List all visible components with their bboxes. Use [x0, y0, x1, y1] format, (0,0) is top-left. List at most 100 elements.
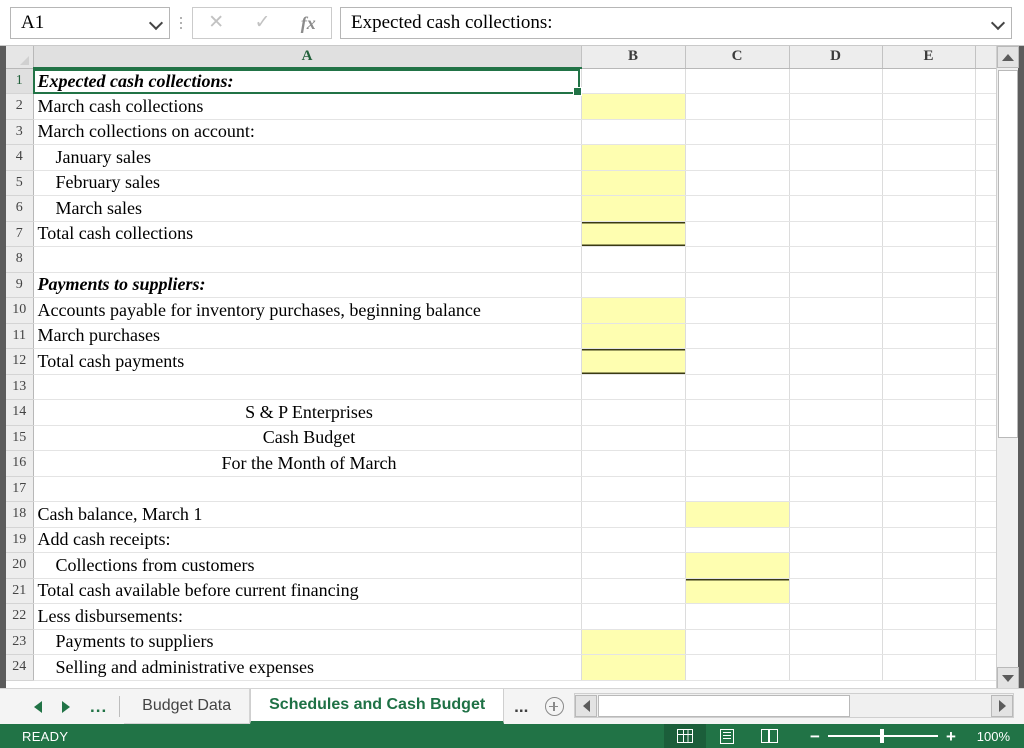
horizontal-scrollbar[interactable] [574, 693, 1014, 718]
cell-A3[interactable]: March collections on account: [33, 119, 582, 145]
cell-A5[interactable]: February sales [33, 170, 582, 196]
cell-E11[interactable] [882, 323, 976, 349]
cell-D6[interactable] [789, 195, 883, 222]
row-header-19[interactable]: 19 [6, 527, 34, 553]
row-header-1[interactable]: 1 [6, 68, 34, 94]
cell-A19[interactable]: Add cash receipts: [33, 527, 582, 553]
cell-C24[interactable] [685, 654, 790, 681]
check-icon[interactable]: ✓ [254, 13, 270, 32]
cell-B19[interactable] [581, 527, 686, 553]
cell-D24[interactable] [789, 654, 883, 681]
cell-B5[interactable] [581, 170, 686, 196]
cell-C8[interactable] [685, 246, 790, 273]
cell-B14[interactable] [581, 399, 686, 426]
cell-A17[interactable] [33, 476, 582, 502]
row-header-11[interactable]: 11 [6, 323, 34, 349]
cell-C22[interactable] [685, 603, 790, 630]
formula-input[interactable]: Expected cash collections: [340, 6, 1012, 39]
cell-A24[interactable]: Selling and administrative expenses [33, 654, 582, 681]
cell-E16[interactable] [882, 450, 976, 477]
cell-B11[interactable] [581, 323, 686, 349]
cell-C14[interactable] [685, 399, 790, 426]
cell-A4[interactable]: January sales [33, 144, 582, 171]
row-header-8[interactable]: 8 [6, 246, 34, 273]
row-header-12[interactable]: 12 [6, 348, 34, 375]
cell-D11[interactable] [789, 323, 883, 349]
cell-C10[interactable] [685, 297, 790, 324]
row-header-13[interactable]: 13 [6, 374, 34, 400]
cell-B2[interactable] [581, 93, 686, 120]
row-header-24[interactable]: 24 [6, 654, 34, 681]
cell-D7[interactable] [789, 221, 883, 247]
fx-icon[interactable]: fx [301, 14, 316, 32]
cell-B18[interactable] [581, 501, 686, 528]
cell-D19[interactable] [789, 527, 883, 553]
cell-B15[interactable] [581, 425, 686, 451]
scroll-right-button[interactable] [991, 694, 1013, 717]
cell-C12[interactable] [685, 348, 790, 375]
cell-B9[interactable] [581, 272, 686, 298]
cell-C18[interactable] [685, 501, 790, 528]
cell-C2[interactable] [685, 93, 790, 120]
cell-A8[interactable] [33, 246, 582, 273]
cell-E10[interactable] [882, 297, 976, 324]
cell-B7[interactable] [581, 221, 686, 247]
cell-E3[interactable] [882, 119, 976, 145]
page-layout-view-button[interactable] [706, 724, 748, 748]
cell-C21[interactable] [685, 578, 790, 604]
sheet-tab-budget-data[interactable]: Budget Data [124, 689, 251, 724]
normal-view-button[interactable] [664, 724, 706, 748]
cell-B22[interactable] [581, 603, 686, 630]
zoom-slider[interactable] [824, 724, 942, 748]
cell-C17[interactable] [685, 476, 790, 502]
cell-D1[interactable] [789, 68, 883, 94]
cell-D22[interactable] [789, 603, 883, 630]
scroll-up-button[interactable] [997, 46, 1019, 68]
previous-sheet-icon[interactable] [34, 700, 42, 713]
sheet-tab-schedules-and-cash-budget[interactable]: Schedules and Cash Budget [250, 689, 505, 724]
cell-E5[interactable] [882, 170, 976, 196]
row-header-3[interactable]: 3 [6, 119, 34, 145]
cell-B13[interactable] [581, 374, 686, 400]
row-header-23[interactable]: 23 [6, 629, 34, 655]
cell-C20[interactable] [685, 552, 790, 579]
scroll-down-button[interactable] [997, 667, 1019, 688]
cell-E22[interactable] [882, 603, 976, 630]
row-header-10[interactable]: 10 [6, 297, 34, 324]
cell-C15[interactable] [685, 425, 790, 451]
sheet-nav-more-icon[interactable]: ... [90, 698, 107, 715]
cell-A2[interactable]: March cash collections [33, 93, 582, 120]
cell-D8[interactable] [789, 246, 883, 273]
cell-C4[interactable] [685, 144, 790, 171]
close-icon[interactable]: ✕ [208, 13, 224, 32]
cell-A13[interactable] [33, 374, 582, 400]
cell-C19[interactable] [685, 527, 790, 553]
cell-A12[interactable]: Total cash payments [33, 348, 582, 375]
row-header-22[interactable]: 22 [6, 603, 34, 630]
cell-B1[interactable] [581, 68, 686, 94]
cell-D12[interactable] [789, 348, 883, 375]
cell-C11[interactable] [685, 323, 790, 349]
cell-B4[interactable] [581, 144, 686, 171]
cell-E6[interactable] [882, 195, 976, 222]
cell-A23[interactable]: Payments to suppliers [33, 629, 582, 655]
cell-D16[interactable] [789, 450, 883, 477]
cell-C3[interactable] [685, 119, 790, 145]
cell-A15[interactable]: Cash Budget [33, 425, 582, 451]
add-sheet-button[interactable] [538, 689, 570, 724]
cell-A1[interactable]: Expected cash collections: [33, 68, 582, 94]
name-box-dropdown-icon[interactable] [149, 16, 163, 30]
cell-E17[interactable] [882, 476, 976, 502]
row-header-6[interactable]: 6 [6, 195, 34, 222]
zoom-slider-thumb[interactable] [880, 729, 884, 743]
cell-E21[interactable] [882, 578, 976, 604]
column-header-E[interactable]: E [882, 46, 976, 69]
vertical-scroll-thumb[interactable] [998, 70, 1018, 438]
cell-A20[interactable]: Collections from customers [33, 552, 582, 579]
cell-E15[interactable] [882, 425, 976, 451]
cell-B17[interactable] [581, 476, 686, 502]
row-header-15[interactable]: 15 [6, 425, 34, 451]
cell-B20[interactable] [581, 552, 686, 579]
cell-B21[interactable] [581, 578, 686, 604]
cell-D13[interactable] [789, 374, 883, 400]
